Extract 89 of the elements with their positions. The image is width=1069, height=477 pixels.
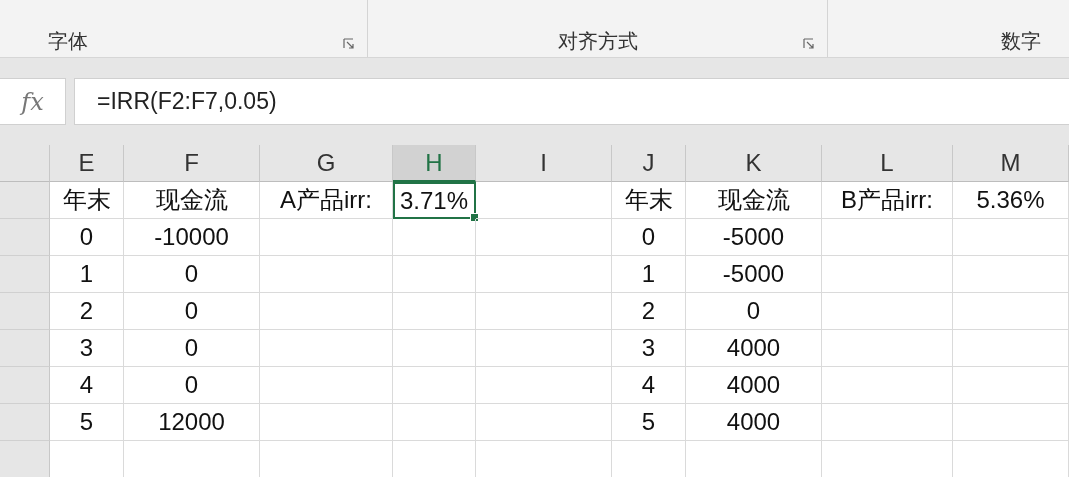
column-header[interactable]: F [124, 145, 260, 182]
table-cell[interactable]: 0 [686, 293, 822, 330]
table-cell[interactable] [260, 219, 393, 256]
table-cell[interactable]: 4000 [686, 367, 822, 404]
table-cell[interactable]: 4 [50, 367, 124, 404]
table-cell[interactable]: 4000 [686, 404, 822, 441]
column-header[interactable]: J [612, 145, 686, 182]
column-header[interactable]: M [953, 145, 1069, 182]
table-cell[interactable]: 12000 [124, 404, 260, 441]
table-cell[interactable]: 0 [124, 330, 260, 367]
table-cell[interactable]: 1 [612, 256, 686, 293]
table-cell[interactable]: 4 [612, 367, 686, 404]
group-label: 数字 [1001, 29, 1041, 53]
column-header[interactable]: H [393, 145, 476, 182]
table-cell[interactable] [393, 219, 476, 256]
table-cell[interactable] [953, 256, 1069, 293]
row-header[interactable] [0, 219, 50, 256]
table-cell[interactable] [393, 367, 476, 404]
table-cell[interactable] [476, 256, 612, 293]
table-cell[interactable] [393, 330, 476, 367]
table-cell[interactable] [260, 293, 393, 330]
table-cell[interactable] [260, 256, 393, 293]
row-header[interactable] [0, 330, 50, 367]
table-cell[interactable]: 2 [50, 293, 124, 330]
formula-input[interactable]: =IRR(F2:F7,0.05) [74, 78, 1069, 125]
table-cell[interactable] [393, 256, 476, 293]
dialog-launcher-icon[interactable] [343, 38, 355, 50]
table-cell[interactable] [953, 330, 1069, 367]
group-label: 对齐方式 [557, 29, 638, 53]
table-cell[interactable] [260, 330, 393, 367]
insert-function-button[interactable]: fx [0, 78, 66, 125]
select-all-corner[interactable] [0, 145, 50, 182]
table-cell[interactable]: -5000 [686, 219, 822, 256]
table-cell[interactable]: -5000 [686, 256, 822, 293]
table-cell[interactable] [822, 404, 953, 441]
table-cell[interactable] [476, 404, 612, 441]
row-header[interactable] [0, 256, 50, 293]
table-cell[interactable]: 0 [124, 367, 260, 404]
table-cell[interactable] [953, 219, 1069, 256]
table-cell[interactable] [260, 367, 393, 404]
table-cell[interactable]: 0 [124, 256, 260, 293]
fill-handle[interactable] [470, 213, 479, 222]
table-cell[interactable]: 5 [50, 404, 124, 441]
column-header[interactable]: G [260, 145, 393, 182]
row-header[interactable] [0, 182, 50, 219]
column-header[interactable]: I [476, 145, 612, 182]
table-cell[interactable]: 现金流 [124, 182, 260, 219]
table-cell[interactable]: A产品irr: [260, 182, 393, 219]
table-cell[interactable]: 5 [612, 404, 686, 441]
table-cell[interactable]: B产品irr: [822, 182, 953, 219]
table-cell[interactable] [476, 182, 612, 219]
table-cell[interactable] [953, 404, 1069, 441]
table-cell[interactable] [476, 330, 612, 367]
table-cell[interactable]: 0 [124, 293, 260, 330]
table-cell[interactable]: 年末 [50, 182, 124, 219]
row-header[interactable] [0, 441, 50, 477]
row-header[interactable] [0, 404, 50, 441]
table-cell[interactable]: 现金流 [686, 182, 822, 219]
table-cell[interactable]: 0 [612, 219, 686, 256]
table-cell[interactable]: 0 [50, 219, 124, 256]
row-header[interactable] [0, 367, 50, 404]
group-label: 字体 [48, 29, 88, 53]
table-cell[interactable] [822, 293, 953, 330]
table-cell[interactable] [393, 404, 476, 441]
table-cell[interactable] [822, 256, 953, 293]
table-cell[interactable]: 1 [50, 256, 124, 293]
column-header[interactable]: K [686, 145, 822, 182]
table-cell[interactable]: 2 [612, 293, 686, 330]
column-header[interactable]: E [50, 145, 124, 182]
table-cell[interactable] [822, 219, 953, 256]
table-cell[interactable] [476, 367, 612, 404]
table-cell[interactable] [953, 293, 1069, 330]
table-cell[interactable] [260, 404, 393, 441]
table-cell[interactable]: 5.36% [953, 182, 1069, 219]
table-cell[interactable]: 4000 [686, 330, 822, 367]
table-cell[interactable] [476, 219, 612, 256]
dialog-launcher-icon[interactable] [803, 38, 815, 50]
column-header[interactable]: L [822, 145, 953, 182]
table-cell[interactable] [953, 367, 1069, 404]
row-header[interactable] [0, 293, 50, 330]
table-cell[interactable]: -10000 [124, 219, 260, 256]
table-cell[interactable] [822, 367, 953, 404]
table-cell[interactable]: 3 [50, 330, 124, 367]
table-cell[interactable] [393, 293, 476, 330]
active-cell[interactable]: 3.71% [393, 182, 476, 219]
table-cell[interactable] [476, 293, 612, 330]
table-cell[interactable]: 年末 [612, 182, 686, 219]
table-cell[interactable] [822, 330, 953, 367]
table-cell[interactable]: 3 [612, 330, 686, 367]
